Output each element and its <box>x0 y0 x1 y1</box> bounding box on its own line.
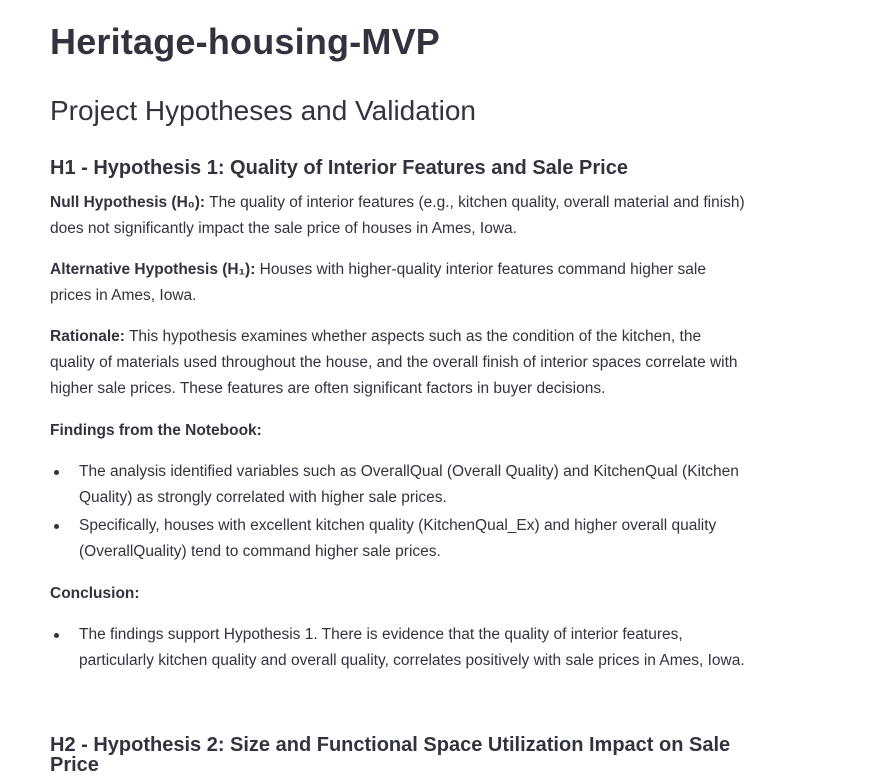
list-item: The findings support Hypothesis 1. There… <box>50 622 750 674</box>
alternative-hypothesis-paragraph: Alternative Hypothesis (H₁): Houses with… <box>50 257 750 309</box>
rationale-text: This hypothesis examines whether aspects… <box>50 328 738 397</box>
rationale-label: Rationale: <box>50 328 125 345</box>
list-item: The analysis identified variables such a… <box>50 459 750 511</box>
null-hypothesis-label: Null Hypothesis (H₀): <box>50 194 206 211</box>
app-title: Heritage-housing-MVP <box>50 21 441 62</box>
conclusion-text: The findings support Hypothesis 1. There… <box>79 626 745 669</box>
bullet-icon <box>54 524 59 529</box>
findings-list: The analysis identified variables such a… <box>50 459 750 565</box>
null-hypothesis-paragraph: Null Hypothesis (H₀): The quality of int… <box>50 190 750 242</box>
hypothesis-1-title: H1 - Hypothesis 1: Quality of Interior F… <box>50 157 628 179</box>
finding-text: Specifically, houses with excellent kitc… <box>79 517 717 560</box>
bullet-icon <box>54 633 59 638</box>
conclusion-list: The findings support Hypothesis 1. There… <box>50 622 750 674</box>
page: Heritage-housing-MVP Project Hypotheses … <box>0 0 877 776</box>
conclusion-label: Conclusion: <box>50 585 140 602</box>
hypothesis-2-title: H2 - Hypothesis 2: Size and Functional S… <box>50 734 731 776</box>
finding-text: The analysis identified variables such a… <box>79 463 739 506</box>
alternative-hypothesis-label: Alternative Hypothesis (H₁): <box>50 261 256 278</box>
section-title: Project Hypotheses and Validation <box>50 95 476 126</box>
bullet-icon <box>54 470 59 475</box>
rationale-paragraph: Rationale: This hypothesis examines whet… <box>50 324 750 402</box>
findings-label: Findings from the Notebook: <box>50 422 262 439</box>
list-item: Specifically, houses with excellent kitc… <box>50 513 750 565</box>
